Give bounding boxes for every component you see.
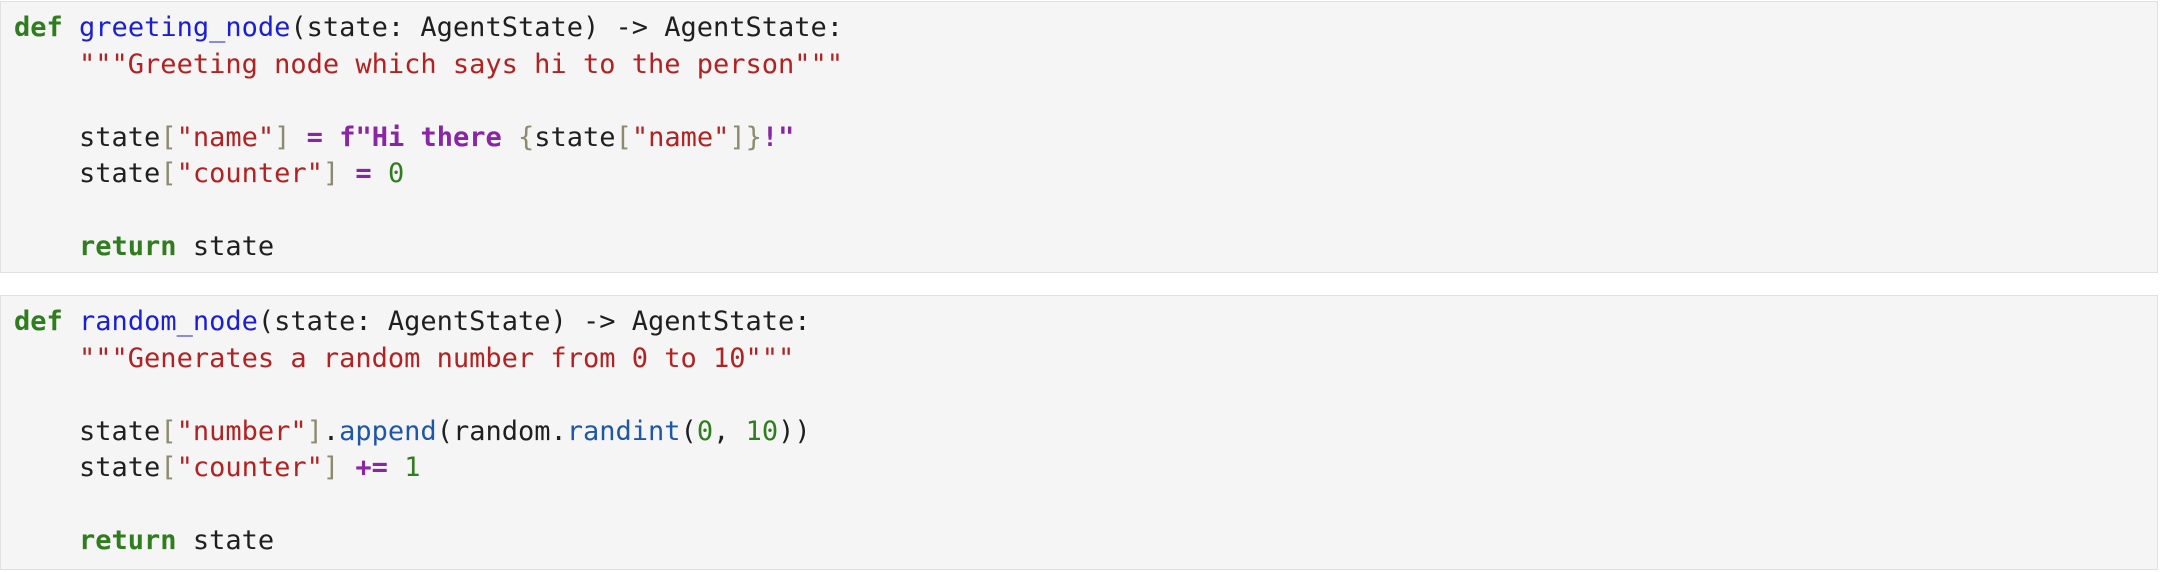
code-token: 10 (745, 415, 779, 447)
code-token: ] (729, 121, 746, 153)
code-line: def random_node(state: AgentState) -> Ag… (14, 304, 811, 341)
code-cell-random-node[interactable]: def random_node(state: AgentState) -> Ag… (0, 295, 2158, 570)
code-token: state (176, 231, 275, 262)
code-token: )) (778, 415, 811, 447)
code-line: """Generates a random number from 0 to 1… (14, 341, 811, 378)
code-token: return (79, 525, 177, 556)
code-token: ( (680, 415, 697, 447)
code-line: return state (14, 229, 843, 266)
code-token: , (713, 415, 746, 447)
code-token: { (518, 121, 535, 153)
code-token: "counter" (176, 158, 323, 189)
code-token: f (339, 121, 356, 153)
code-line: return state (14, 523, 811, 560)
code-line: state["number"].append(random.randint(0,… (14, 414, 811, 451)
code-token: = (306, 121, 323, 153)
code-token: 0 (387, 158, 405, 189)
code-line: state["counter"] = 0 (14, 156, 843, 193)
code-token: state (14, 452, 161, 483)
code-token: 1 (404, 452, 421, 483)
code-token: ] (322, 158, 340, 189)
code-token: randint (566, 415, 681, 447)
code-line: def greeting_node(state: AgentState) -> … (14, 10, 843, 47)
code-token: !" (761, 121, 795, 153)
code-line: """Greeting node which says hi to the pe… (14, 47, 843, 84)
code-token: "name" (176, 121, 275, 153)
code-token: [ (160, 121, 177, 153)
code-token: "number" (176, 415, 307, 447)
code-token: greeting_node (79, 12, 291, 43)
code-token: "Hi there (355, 121, 519, 153)
code-token: def (14, 306, 63, 337)
code-token: = (355, 158, 372, 189)
code-token: } (745, 121, 762, 153)
code-token: (random. (436, 415, 567, 447)
code-token: (state: AgentState) -> AgentState: (257, 306, 811, 337)
code-token: [ (615, 121, 632, 153)
code-token: ] (322, 452, 340, 483)
code-token: "name" (631, 121, 730, 153)
code-line: state["counter"] += 1 (14, 450, 811, 487)
code-token: """Generates a random number from 0 to 1… (79, 342, 795, 374)
code-token: [ (160, 452, 177, 483)
code-block[interactable]: def random_node(state: AgentState) -> Ag… (14, 304, 811, 560)
code-token: . (322, 415, 340, 447)
code-token: [ (160, 158, 177, 189)
code-token: "counter" (176, 452, 323, 483)
code-token: += (355, 452, 388, 483)
code-block[interactable]: def greeting_node(state: AgentState) -> … (14, 10, 843, 266)
code-token: ] (274, 121, 291, 153)
code-token: """Greeting node which says hi to the pe… (79, 48, 844, 80)
code-token: def (14, 12, 63, 43)
code-token: return (79, 231, 177, 262)
code-token: state (176, 525, 275, 556)
code-token: state (14, 121, 161, 153)
code-token: state (14, 158, 161, 189)
code-cell-greeting-node[interactable]: def greeting_node(state: AgentState) -> … (0, 1, 2158, 273)
code-token: state (14, 415, 161, 447)
code-token: ] (306, 415, 323, 447)
code-token: (state: AgentState) -> AgentState: (290, 12, 844, 43)
code-line: state["name"] = f"Hi there {state["name"… (14, 120, 843, 157)
code-token: append (339, 415, 437, 447)
code-token: random_node (79, 306, 258, 337)
code-token: [ (160, 415, 177, 447)
code-token: 0 (696, 415, 714, 447)
code-token: state (534, 121, 616, 153)
